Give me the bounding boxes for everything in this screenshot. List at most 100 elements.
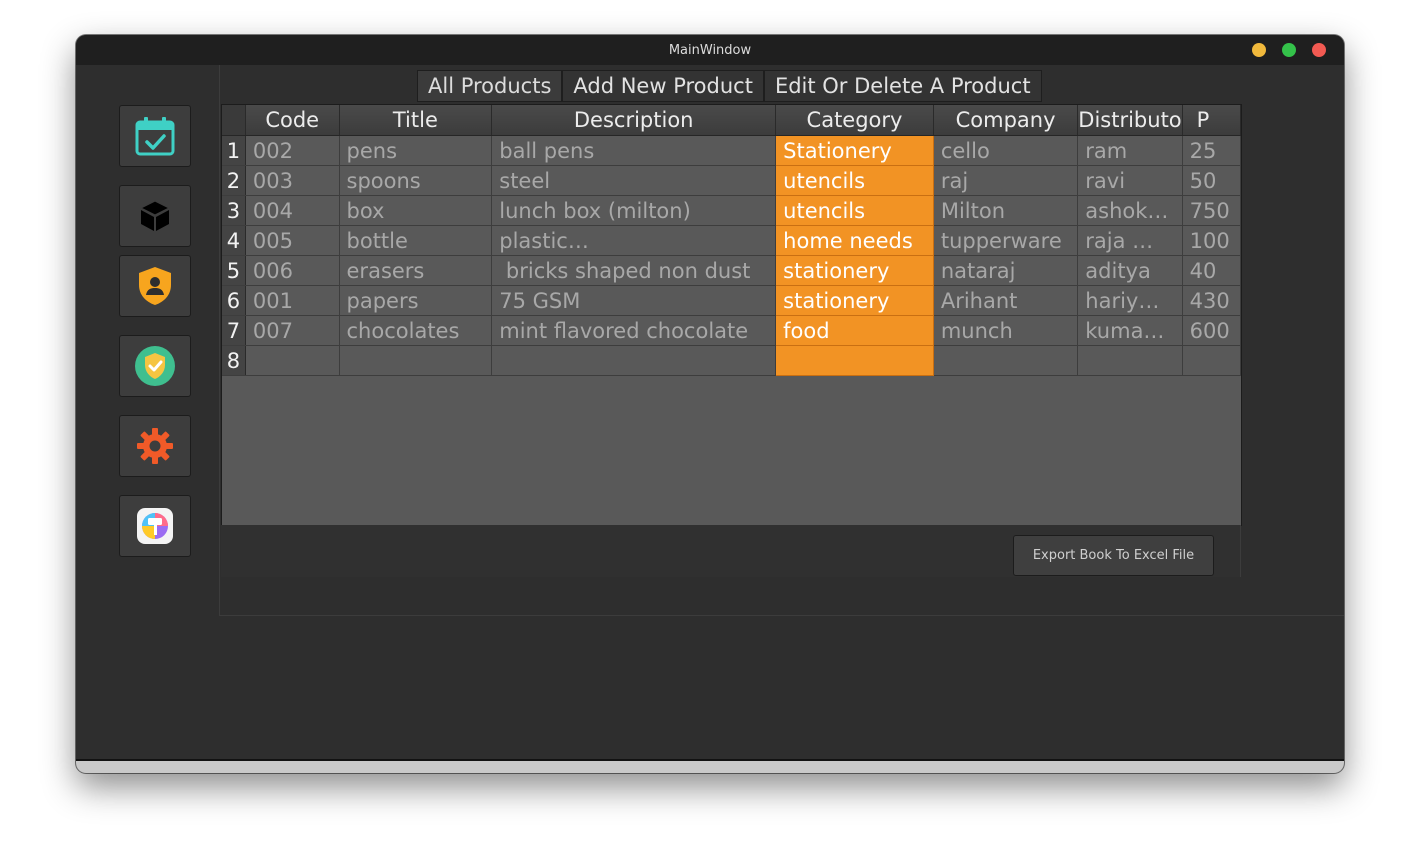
table-row[interactable]: 8 — [222, 345, 1241, 376]
cell-price[interactable] — [1182, 345, 1241, 376]
main-window: MainWindow All Products Add New Product … — [76, 35, 1344, 773]
window-title: MainWindow — [668, 42, 752, 58]
calendar-check-icon — [135, 117, 175, 156]
column-header-code[interactable]: Code — [245, 105, 340, 136]
cell-code[interactable]: 004 — [245, 195, 340, 226]
cell-title[interactable]: box — [339, 195, 493, 226]
cell-distributor[interactable]: ashok… — [1077, 195, 1183, 226]
tab-add-new-product[interactable]: Add New Product — [562, 70, 764, 102]
products-table[interactable]: Code Title Description Category Company … — [221, 104, 1242, 526]
row-number[interactable]: 7 — [222, 315, 246, 346]
cell-code[interactable]: 001 — [245, 285, 340, 316]
column-header-price[interactable]: P — [1182, 105, 1241, 136]
row-number[interactable]: 3 — [222, 195, 246, 226]
cell-title[interactable]: erasers — [339, 255, 493, 286]
cell-distributor[interactable]: hariy… — [1077, 285, 1183, 316]
cell-category[interactable]: stationery — [775, 255, 934, 286]
row-number[interactable]: 5 — [222, 255, 246, 286]
sidebar-button-products[interactable] — [119, 185, 191, 247]
cell-price[interactable]: 40 — [1182, 255, 1241, 286]
cell-company[interactable]: Arihant — [933, 285, 1079, 316]
sidebar-button-security[interactable] — [119, 335, 191, 397]
cell-description[interactable] — [491, 345, 777, 376]
cell-distributor[interactable] — [1077, 345, 1183, 376]
column-header-category[interactable]: Category — [775, 105, 934, 136]
cell-description[interactable]: mint flavored chocolate — [491, 315, 777, 346]
maximize-button[interactable] — [1282, 43, 1296, 57]
cell-category[interactable]: stationery — [775, 285, 934, 316]
cell-description[interactable]: lunch box (milton) — [491, 195, 777, 226]
cell-category[interactable]: home needs — [775, 225, 934, 256]
cell-description[interactable]: steel — [491, 165, 777, 196]
cell-code[interactable]: 006 — [245, 255, 340, 286]
cell-price[interactable]: 100 — [1182, 225, 1241, 256]
cell-price[interactable]: 600 — [1182, 315, 1241, 346]
row-number[interactable]: 2 — [222, 165, 246, 196]
cell-title[interactable]: chocolates — [339, 315, 493, 346]
cell-distributor[interactable]: kuma… — [1077, 315, 1183, 346]
cell-price[interactable]: 430 — [1182, 285, 1241, 316]
minimize-button[interactable] — [1252, 43, 1266, 57]
cell-title[interactable]: spoons — [339, 165, 493, 196]
cell-code[interactable]: 003 — [245, 165, 340, 196]
export-excel-button[interactable]: Export Book To Excel File — [1013, 535, 1214, 576]
row-number[interactable]: 6 — [222, 285, 246, 316]
cell-price[interactable]: 50 — [1182, 165, 1241, 196]
sidebar-button-users[interactable] — [119, 255, 191, 317]
cell-company[interactable] — [933, 345, 1079, 376]
cell-title[interactable] — [339, 345, 493, 376]
cell-category[interactable]: utencils — [775, 195, 934, 226]
table-row[interactable]: 4 005 bottle plastic… home needs tupperware ra… — [222, 225, 1241, 256]
table-row[interactable]: 2 003 spoons steel utencils raj ravi 50 — [222, 165, 1241, 196]
cell-category[interactable]: utencils — [775, 165, 934, 196]
divider — [219, 615, 1344, 616]
tab-all-products[interactable]: All Products — [417, 70, 563, 102]
column-header-distributor[interactable]: Distributo — [1077, 105, 1183, 136]
cell-code[interactable]: 005 — [245, 225, 340, 256]
cell-company[interactable]: tupperware — [933, 225, 1079, 256]
cell-distributor[interactable]: ravi — [1077, 165, 1183, 196]
cell-description[interactable]: 75 GSM — [491, 285, 777, 316]
cell-price[interactable]: 25 — [1182, 135, 1241, 166]
column-header-title[interactable]: Title — [339, 105, 493, 136]
table-corner[interactable] — [222, 105, 246, 136]
cell-category[interactable]: Stationery — [775, 135, 934, 166]
cell-distributor[interactable]: ram — [1077, 135, 1183, 166]
title-bar[interactable]: MainWindow — [76, 35, 1344, 65]
row-number[interactable]: 1 — [222, 135, 246, 166]
sidebar-button-calendar[interactable] — [119, 105, 191, 167]
row-number[interactable]: 8 — [222, 345, 246, 376]
cell-company[interactable]: cello — [933, 135, 1079, 166]
cell-company[interactable]: raj — [933, 165, 1079, 196]
cell-description[interactable]: bricks shaped non dust — [491, 255, 777, 286]
tab-edit-or-delete-product[interactable]: Edit Or Delete A Product — [763, 70, 1042, 102]
cell-company[interactable]: nataraj — [933, 255, 1079, 286]
cell-description[interactable]: plastic… — [491, 225, 777, 256]
cell-code[interactable]: 007 — [245, 315, 340, 346]
cell-company[interactable]: munch — [933, 315, 1079, 346]
cell-code[interactable] — [245, 345, 340, 376]
sidebar-button-settings[interactable] — [119, 415, 191, 477]
sidebar-button-theme[interactable] — [119, 495, 191, 557]
cell-code[interactable]: 002 — [245, 135, 340, 166]
cell-distributor[interactable]: aditya — [1077, 255, 1183, 286]
column-header-description[interactable]: Description — [491, 105, 777, 136]
row-number[interactable]: 4 — [222, 225, 246, 256]
table-row[interactable]: 7 007 chocolates mint flavored chocolate foo… — [222, 315, 1241, 346]
cell-title[interactable]: bottle — [339, 225, 493, 256]
table-row[interactable]: 1 002 pens ball pens Stationery cello ram 25 — [222, 135, 1241, 166]
table-row[interactable]: 5 006 erasers bricks shaped non dust statio… — [222, 255, 1241, 286]
cell-distributor[interactable]: raja … — [1077, 225, 1183, 256]
table-header-row: Code Title Description Category Company … — [222, 105, 1241, 136]
table-row[interactable]: 6 001 papers 75 GSM stationery Arihant hariy… 4… — [222, 285, 1241, 316]
column-header-company[interactable]: Company — [933, 105, 1079, 136]
cell-company[interactable]: Milton — [933, 195, 1079, 226]
cell-category[interactable] — [775, 345, 934, 376]
cell-title[interactable]: pens — [339, 135, 493, 166]
close-button[interactable] — [1312, 43, 1326, 57]
cell-description[interactable]: ball pens — [491, 135, 777, 166]
cell-price[interactable]: 750 — [1182, 195, 1241, 226]
cell-category[interactable]: food — [775, 315, 934, 346]
table-row[interactable]: 3 004 box lunch box (milton) utencils Milton a… — [222, 195, 1241, 226]
cell-title[interactable]: papers — [339, 285, 493, 316]
